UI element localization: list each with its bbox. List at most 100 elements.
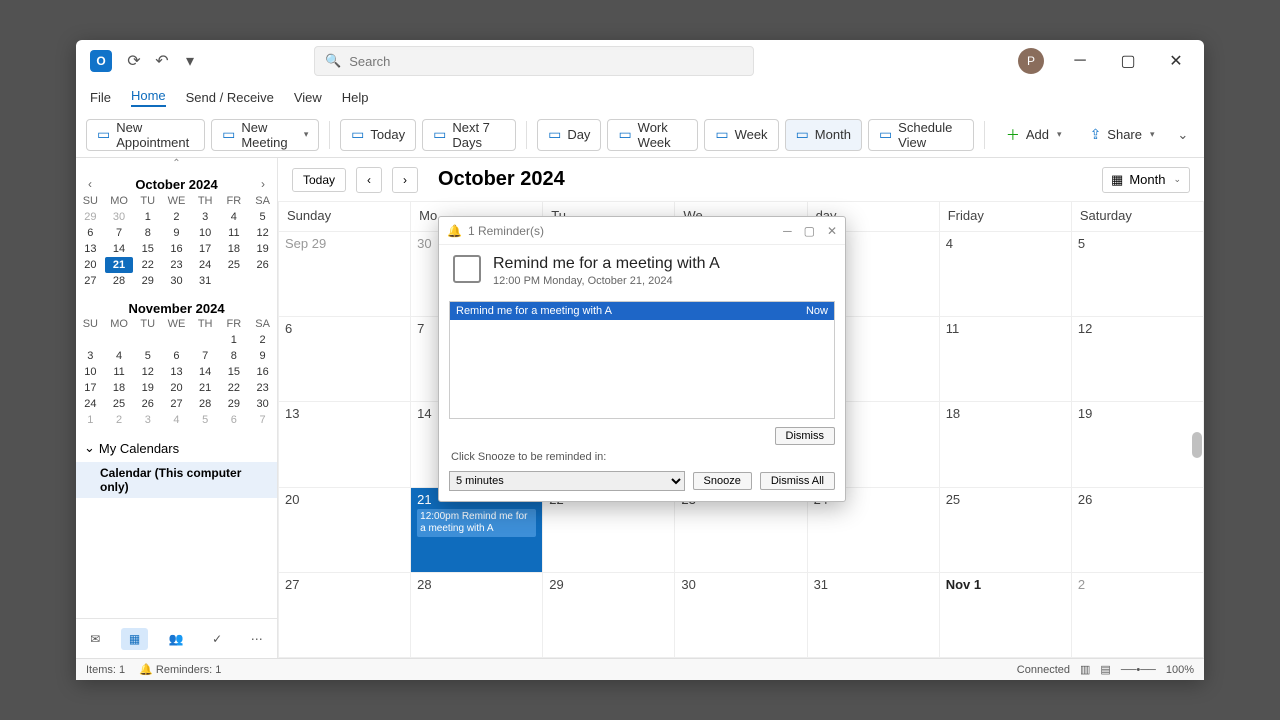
menu-bar: File Home Send / Receive View Help [76, 82, 1204, 112]
avatar[interactable]: P [1018, 48, 1044, 74]
reminder-datetime: 12:00 PM Monday, October 21, 2024 [493, 275, 720, 287]
menu-home[interactable]: Home [131, 88, 166, 107]
goto-today-button[interactable]: Today [292, 168, 346, 192]
day-button[interactable]: ▭Day [537, 119, 601, 151]
search-placeholder: Search [349, 54, 390, 69]
mini-calendar-2[interactable]: SUMOTUWETHFRSA12345678910111213141516171… [76, 316, 277, 428]
scrollbar[interactable] [1190, 232, 1202, 656]
nav-bar: ✉ ▦ 👥 ✓ ⋯ [76, 618, 277, 658]
view-reading-icon[interactable]: ▤ [1100, 663, 1110, 676]
people-icon: ▭ [222, 126, 235, 143]
day-cell[interactable]: 6 [279, 317, 411, 402]
workweek-icon: ▭ [618, 126, 631, 143]
snooze-button[interactable]: Snooze [693, 472, 752, 490]
day-cell[interactable]: 30 [675, 573, 807, 658]
next7-button[interactable]: ▭Next 7 Days [422, 119, 516, 151]
day-cell[interactable]: 28 [411, 573, 543, 658]
bell-icon: 🔔 [447, 224, 462, 238]
menu-help[interactable]: Help [342, 90, 369, 105]
maximize-button[interactable]: ▢ [1106, 40, 1150, 82]
undo-icon[interactable]: ↶ [148, 47, 176, 75]
reminder-list[interactable]: Remind me for a meeting with ANow [449, 301, 835, 419]
current-month-title: October 2024 [438, 168, 565, 191]
close-button[interactable]: ✕ [1154, 40, 1198, 82]
mini-calendar-1[interactable]: SUMOTUWETHFRSA29301234567891011121314151… [76, 193, 277, 289]
view-normal-icon[interactable]: ▥ [1080, 663, 1090, 676]
dialog-close-button[interactable]: ✕ [827, 224, 837, 238]
status-items: Items: 1 [86, 664, 125, 676]
calendar-event[interactable]: 12:00pm Remind me for a meeting with A [417, 509, 536, 537]
calendar-icon[interactable]: ▦ [121, 628, 148, 650]
day-header: Friday [940, 202, 1072, 232]
status-bar: Items: 1 🔔 Reminders: 1 Connected ▥ ▤ ──… [76, 658, 1204, 680]
dismiss-all-button[interactable]: Dismiss All [760, 472, 835, 490]
view-selector[interactable]: ▦Month⌄ [1102, 167, 1190, 193]
outlook-window: O ⟳ ↶ ▾ 🔍 Search P ─ ▢ ✕ File Home Send … [76, 40, 1204, 680]
day-cell[interactable]: 18 [940, 402, 1072, 487]
chevron-down-icon: ▾ [304, 129, 309, 140]
prev-period-button[interactable]: ‹ [356, 167, 382, 193]
day-cell[interactable]: 26 [1072, 488, 1204, 573]
calendar-item-icon [453, 255, 481, 283]
calendar-plus-icon: ▭ [97, 126, 110, 143]
ribbon-collapse-icon[interactable]: ⌄ [1172, 121, 1194, 149]
share-button[interactable]: ⇪Share▾ [1079, 119, 1166, 151]
day-cell[interactable]: 11 [940, 317, 1072, 402]
scrollbar-thumb[interactable] [1192, 432, 1202, 458]
tasks-icon[interactable]: ✓ [204, 628, 230, 650]
month-button[interactable]: ▭Month [785, 119, 862, 151]
day-cell[interactable]: 19 [1072, 402, 1204, 487]
reminder-row[interactable]: Remind me for a meeting with ANow [450, 302, 834, 320]
workweek-button[interactable]: ▭Work Week [607, 119, 698, 151]
status-reminders: 🔔 Reminders: 1 [139, 663, 221, 676]
share-icon: ⇪ [1090, 126, 1102, 143]
refresh-icon[interactable]: ⟳ [120, 47, 148, 75]
day-cell[interactable]: 27 [279, 573, 411, 658]
day-icon: ▭ [548, 126, 561, 143]
prev-month-icon[interactable]: ‹ [84, 175, 96, 193]
day-cell[interactable]: 31 [808, 573, 940, 658]
mail-icon[interactable]: ✉ [82, 628, 108, 650]
day-cell[interactable]: 4 [940, 232, 1072, 317]
day-cell[interactable]: 13 [279, 402, 411, 487]
week-icon: ▭ [715, 126, 728, 143]
day-header: Sunday [279, 202, 411, 232]
dismiss-button[interactable]: Dismiss [775, 427, 836, 445]
minimize-button[interactable]: ─ [1058, 40, 1102, 82]
people-icon[interactable]: 👥 [161, 628, 192, 650]
menu-file[interactable]: File [90, 90, 111, 105]
day-cell[interactable]: 20 [279, 488, 411, 573]
month-icon: ▭ [796, 126, 809, 143]
more-icon[interactable]: ⋯ [243, 628, 271, 650]
day-cell[interactable]: Sep 29 [279, 232, 411, 317]
day-cell[interactable]: 25 [940, 488, 1072, 573]
week-button[interactable]: ▭Week [704, 119, 778, 151]
search-input[interactable]: 🔍 Search [314, 46, 754, 76]
qat-dropdown-icon[interactable]: ▾ [176, 47, 204, 75]
collapse-up-icon[interactable]: ⌃ [76, 158, 277, 169]
grid-icon: ▦ [1111, 172, 1123, 188]
add-button[interactable]: ＋Add▾ [995, 119, 1073, 151]
my-calendars-toggle[interactable]: ⌄My Calendars [76, 434, 277, 462]
menu-send[interactable]: Send / Receive [186, 90, 274, 105]
day-cell[interactable]: Nov 1 [940, 573, 1072, 658]
sidebar: ⌃ ‹ October 2024 › SUMOTUWETHFRSA2930123… [76, 158, 278, 658]
day-cell[interactable]: 12 [1072, 317, 1204, 402]
day-cell[interactable]: 2 [1072, 573, 1204, 658]
day-cell[interactable]: 29 [543, 573, 675, 658]
next-period-button[interactable]: › [392, 167, 418, 193]
dialog-minimize-button[interactable]: ─ [783, 224, 792, 238]
new-appointment-button[interactable]: ▭New Appointment [86, 119, 205, 151]
snooze-select[interactable]: 5 minutes [449, 471, 685, 491]
next-month-icon[interactable]: › [257, 175, 269, 193]
dialog-maximize-button[interactable]: ▢ [804, 224, 815, 238]
day-cell[interactable]: 5 [1072, 232, 1204, 317]
schedule-button[interactable]: ▭Schedule View [868, 119, 974, 151]
zoom-slider[interactable]: ──•── [1121, 664, 1156, 676]
menu-view[interactable]: View [294, 90, 322, 105]
new-meeting-button[interactable]: ▭New Meeting▾ [211, 119, 319, 151]
plus-icon: ＋ [1006, 125, 1020, 145]
today-button[interactable]: ▭Today [340, 119, 416, 151]
snooze-hint: Click Snooze to be reminded in: [439, 449, 845, 465]
calendar-item[interactable]: Calendar (This computer only) [76, 462, 277, 498]
